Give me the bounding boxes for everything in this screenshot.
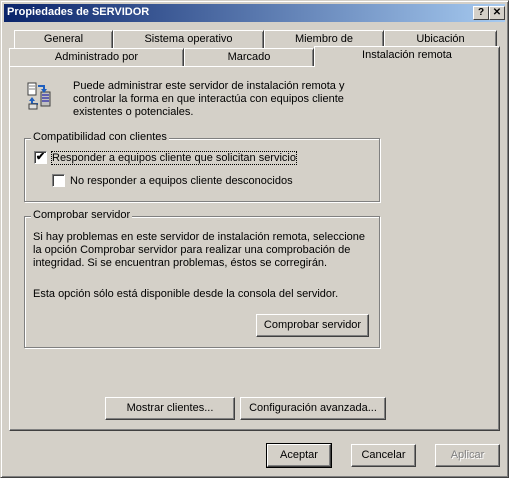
check-server-label: Comprobar servidor xyxy=(31,209,133,221)
no-respond-unknown-option[interactable]: No responder a equipos cliente desconoci… xyxy=(52,174,293,187)
apply-button[interactable]: Aplicar xyxy=(435,444,500,467)
check-server-availability: Esta opción sólo está disponible desde l… xyxy=(33,288,339,300)
ok-button[interactable]: Aceptar xyxy=(266,443,332,468)
tab-marcado[interactable]: Marcado xyxy=(184,48,314,66)
check-server-button[interactable]: Comprobar servidor xyxy=(256,314,369,337)
respond-clients-checkbox[interactable]: ✔ xyxy=(34,151,47,164)
client-compatibility-group: Compatibilidad con clientes xyxy=(24,131,380,202)
help-button[interactable]: ? xyxy=(473,6,489,20)
respond-clients-label[interactable]: Responder a equipos cliente que solicita… xyxy=(51,150,297,165)
advanced-settings-button[interactable]: Configuración avanzada... xyxy=(240,397,386,420)
remote-install-server-icon xyxy=(25,80,57,112)
tab-sistema-operativo[interactable]: Sistema operativo xyxy=(113,30,264,48)
window-title: Propiedades de SERVIDOR xyxy=(7,6,150,18)
cancel-button[interactable]: Cancelar xyxy=(351,444,416,467)
check-server-description: Si hay problemas en este servidor de ins… xyxy=(33,231,366,269)
client-compatibility-label: Compatibilidad con clientes xyxy=(31,131,169,143)
show-clients-button[interactable]: Mostrar clientes... xyxy=(105,397,235,420)
tab-general[interactable]: General xyxy=(14,30,113,48)
no-respond-unknown-label[interactable]: No responder a equipos cliente desconoci… xyxy=(70,175,293,187)
tab-instalacion-remota[interactable]: Instalación remota xyxy=(314,46,500,67)
title-bar[interactable]: Propiedades de SERVIDOR ? ✕ xyxy=(4,4,505,22)
close-button[interactable]: ✕ xyxy=(489,6,505,20)
intro-text: Puede administrar este servidor de insta… xyxy=(73,80,345,118)
respond-clients-option[interactable]: ✔ Responder a equipos cliente que solici… xyxy=(34,150,297,165)
tab-administrado-por[interactable]: Administrado por xyxy=(9,48,184,66)
no-respond-unknown-checkbox[interactable] xyxy=(52,174,65,187)
